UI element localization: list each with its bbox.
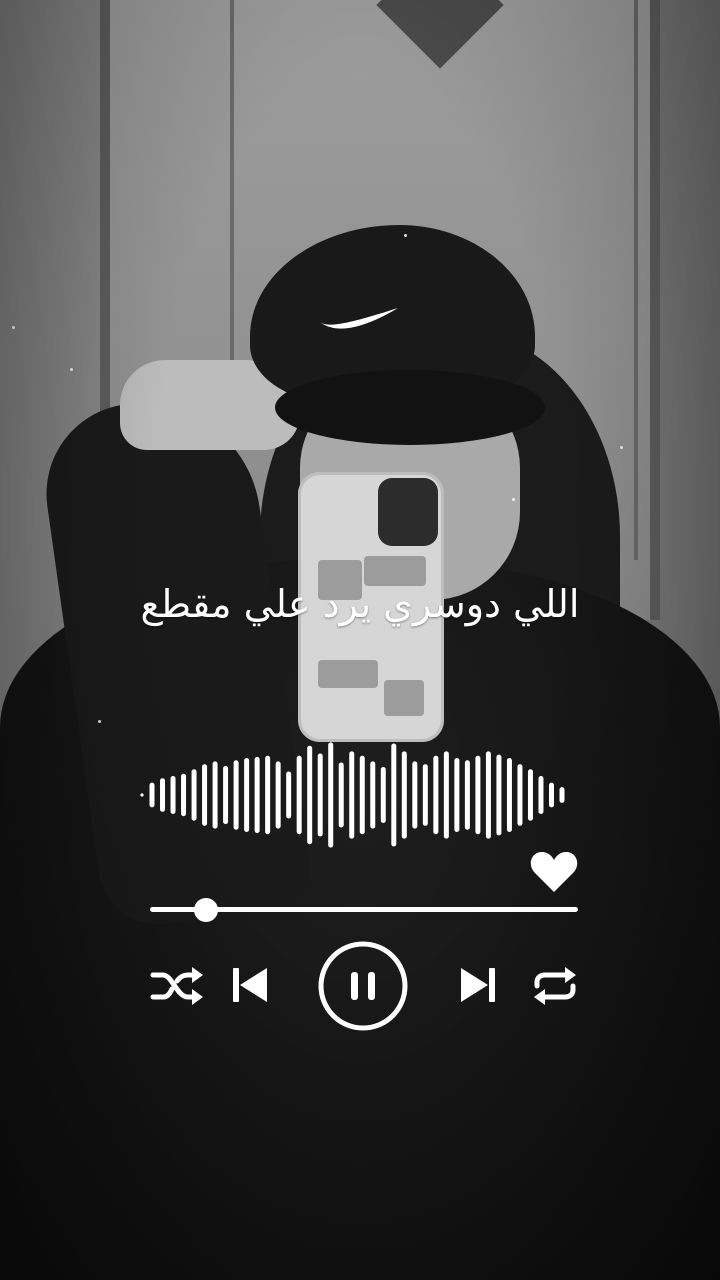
waveform-bar <box>265 755 271 835</box>
waveform-bar <box>559 787 565 803</box>
waveform-bar <box>422 764 428 826</box>
skip-next-icon <box>461 968 495 1002</box>
shuffle-button[interactable] <box>150 966 204 1006</box>
next-button[interactable] <box>459 966 497 1004</box>
waveform-bar <box>181 773 187 817</box>
waveform-bar <box>506 758 512 832</box>
waveform-bar <box>380 767 386 823</box>
waveform-bar <box>412 761 418 829</box>
waveform-bar <box>160 778 166 812</box>
waveform-bar <box>317 753 323 837</box>
waveform-bar <box>433 755 439 835</box>
vignette <box>0 0 720 1280</box>
repeat-icon <box>534 967 576 1005</box>
waveform-dot <box>140 793 144 797</box>
waveform-bar <box>307 745 313 845</box>
waveform-bar <box>296 755 302 835</box>
waveform-bar <box>475 755 481 835</box>
waveform-bar <box>244 758 250 832</box>
audio-waveform <box>140 742 565 848</box>
shuffle-icon <box>150 967 203 1005</box>
waveform-bar <box>517 764 523 826</box>
waveform-bar <box>454 758 460 832</box>
waveform-bar <box>401 751 407 839</box>
waveform-bar <box>464 760 470 830</box>
waveform-bar <box>275 761 281 829</box>
waveform-bar <box>286 771 292 819</box>
waveform-bar <box>496 754 502 836</box>
progress-bar[interactable] <box>150 898 578 922</box>
waveform-bar <box>338 762 344 828</box>
previous-button[interactable] <box>231 966 269 1004</box>
waveform-bar <box>548 782 554 808</box>
progress-knob[interactable] <box>194 898 219 922</box>
waveform-bar <box>149 782 155 808</box>
waveform-bar <box>485 751 491 839</box>
waveform-bar <box>233 760 239 830</box>
waveform-bar <box>370 761 376 829</box>
waveform-bar <box>443 751 449 839</box>
waveform-bar <box>538 775 544 815</box>
waveform-bar <box>359 755 365 835</box>
waveform-bar <box>212 761 218 829</box>
play-pause-button[interactable] <box>317 940 409 1032</box>
waveform-bar <box>527 769 533 821</box>
waveform-bar <box>349 751 355 839</box>
waveform-bar <box>202 764 208 826</box>
waveform-bar <box>254 756 260 834</box>
skip-previous-icon <box>233 968 267 1002</box>
song-title: اللي دوسري يرد علي مقطع <box>140 582 580 626</box>
waveform-bar <box>223 765 229 825</box>
background-photo <box>0 0 720 1280</box>
waveform-bar <box>191 769 197 821</box>
pause-icon <box>318 941 408 1031</box>
heart-icon[interactable] <box>529 850 579 894</box>
waveform-bar <box>328 742 334 848</box>
waveform-bar <box>391 743 397 847</box>
waveform-bar <box>170 775 176 815</box>
repeat-button[interactable] <box>531 966 579 1006</box>
